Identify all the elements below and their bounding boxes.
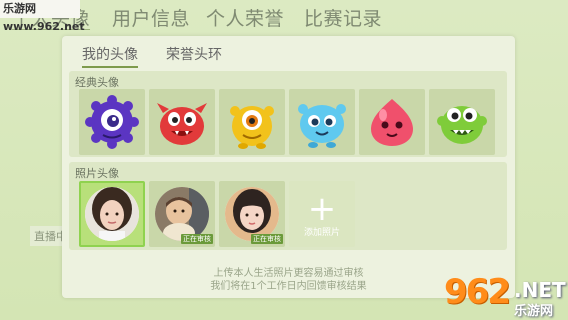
logo-cn: 乐游网 [514, 304, 554, 319]
watermark-label: 乐游网 www.962.net [0, 0, 85, 33]
green-monster-icon [437, 106, 487, 144]
add-photo-button[interactable]: + 添加照片 [289, 181, 355, 247]
blue-monster-icon [298, 104, 346, 148]
classic-avatar-tile[interactable] [79, 89, 145, 155]
red-monster-icon [157, 103, 207, 145]
classic-avatar-section: 经典头像 [69, 71, 507, 157]
photo-avatar-tile[interactable]: 正在审核 [149, 181, 215, 247]
classic-avatar-tile[interactable] [149, 89, 215, 155]
classic-avatar-tile[interactable] [429, 89, 495, 155]
section-title-photo: 照片头像 [75, 167, 119, 180]
yellow-monster-icon [230, 106, 274, 149]
add-photo-label: 添加照片 [303, 228, 340, 238]
review-pending-badge: 正在审核 [251, 234, 283, 244]
photo-avatar-tile[interactable]: 正在审核 [219, 181, 285, 247]
pink-blob-icon [371, 99, 413, 146]
top-tab-bar: 个人头像 用户信息 个人荣誉 比赛记录 [0, 0, 568, 36]
logo-net: .NET [514, 278, 566, 302]
purple-one-eyed-monster-icon [85, 95, 139, 149]
site-logo: 962 .NET 乐游网 [438, 272, 568, 320]
classic-avatar-tile[interactable] [219, 89, 285, 155]
photo-avatar-section: 照片头像 正在审核 正在审核 + 添加照片 [69, 162, 507, 250]
baby-photo-icon [155, 187, 209, 241]
avatar-panel: 我的头像 荣誉头环 经典头像 照片头像 正在审核 正在审核 + 添加照片 上传本… [62, 36, 515, 298]
photo-avatar-tile-selected[interactable] [79, 181, 145, 247]
tab-my-avatar[interactable]: 我的头像 [82, 44, 138, 68]
girl-photo-icon [85, 187, 139, 241]
logo-number: 962 [444, 272, 511, 312]
woman-photo-icon [225, 187, 279, 241]
review-pending-badge: 正在审核 [181, 234, 213, 244]
section-title-classic: 经典头像 [75, 76, 119, 89]
tab-honors[interactable]: 个人荣誉 [206, 4, 284, 31]
plus-icon: + [307, 189, 337, 229]
classic-avatar-tile[interactable] [289, 89, 355, 155]
classic-avatar-tile[interactable] [359, 89, 425, 155]
tab-match-records[interactable]: 比赛记录 [304, 4, 382, 31]
tab-user-info[interactable]: 用户信息 [112, 4, 190, 31]
tab-honor-ring[interactable]: 荣誉头环 [166, 44, 222, 64]
